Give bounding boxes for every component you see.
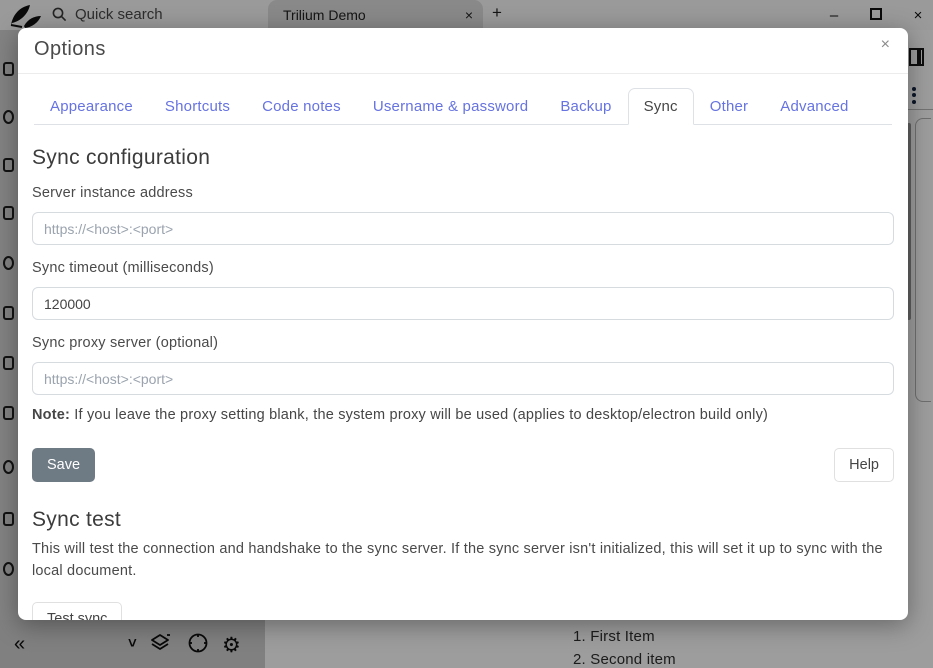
dialog-title: Options bbox=[34, 38, 892, 61]
sync-timeout-label: Sync timeout (milliseconds) bbox=[32, 260, 894, 276]
sync-proxy-input[interactable] bbox=[32, 362, 894, 395]
tab-other[interactable]: Other bbox=[694, 88, 765, 125]
save-button[interactable]: Save bbox=[32, 448, 95, 482]
sync-test-description: This will test the connection and handsh… bbox=[32, 538, 892, 582]
dialog-close-button[interactable]: × bbox=[881, 36, 890, 54]
tab-backup[interactable]: Backup bbox=[544, 88, 627, 125]
dialog-header: Options × bbox=[18, 28, 908, 74]
proxy-note: Note: If you leave the proxy setting bla… bbox=[32, 407, 894, 423]
test-sync-button[interactable]: Test sync bbox=[32, 602, 122, 620]
button-row: Save Help bbox=[32, 448, 894, 482]
proxy-note-bold: Note: bbox=[32, 407, 70, 423]
tab-advanced[interactable]: Advanced bbox=[764, 88, 864, 125]
help-button[interactable]: Help bbox=[834, 448, 894, 482]
sync-proxy-label: Sync proxy server (optional) bbox=[32, 335, 894, 351]
options-tab-bar: Appearance Shortcuts Code notes Username… bbox=[34, 88, 892, 125]
tab-code-notes[interactable]: Code notes bbox=[246, 88, 357, 125]
proxy-note-text: If you leave the proxy setting blank, th… bbox=[70, 407, 768, 423]
server-address-label: Server instance address bbox=[32, 185, 894, 201]
tab-sync[interactable]: Sync bbox=[628, 88, 694, 125]
tab-appearance[interactable]: Appearance bbox=[34, 88, 149, 125]
tab-username-password[interactable]: Username & password bbox=[357, 88, 545, 125]
sync-test-heading: Sync test bbox=[32, 508, 894, 532]
server-address-input[interactable] bbox=[32, 212, 894, 245]
sync-configuration-heading: Sync configuration bbox=[32, 146, 894, 170]
tab-shortcuts[interactable]: Shortcuts bbox=[149, 88, 246, 125]
sync-options-panel: Sync configuration Server instance addre… bbox=[18, 125, 908, 620]
options-dialog: Options × Appearance Shortcuts Code note… bbox=[18, 28, 908, 620]
sync-timeout-input[interactable] bbox=[32, 287, 894, 320]
